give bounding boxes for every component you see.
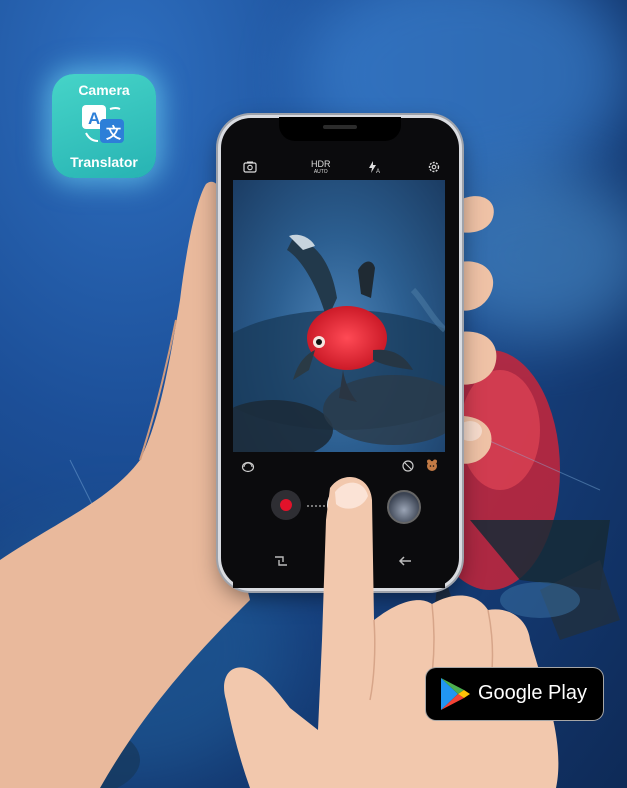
store-badge-label: Google Play — [478, 682, 587, 704]
google-play-badge[interactable]: Google Play — [426, 668, 603, 720]
promo-scene: Camera A 文 Translator HDR AUTO A Google … — [0, 0, 627, 788]
play-store-icon — [441, 678, 470, 710]
